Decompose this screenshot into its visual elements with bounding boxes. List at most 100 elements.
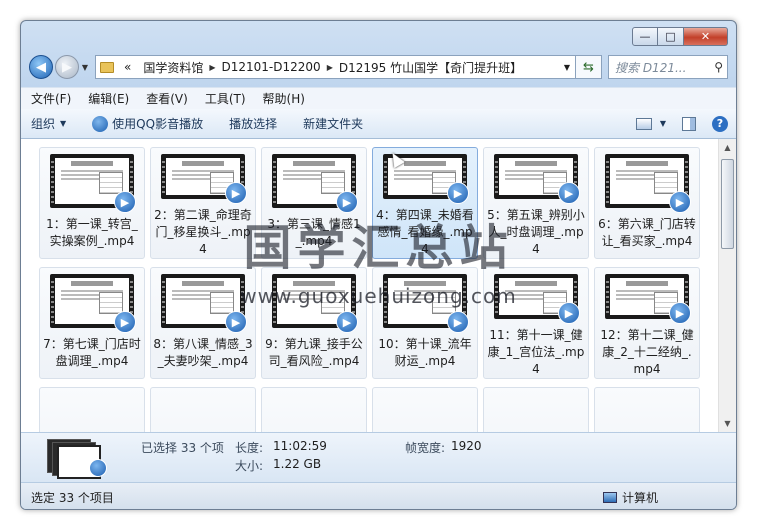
file-item[interactable]: ▶ 5：第五课_辨别小人_时盘调理_.mp4: [483, 147, 589, 259]
new-folder-button[interactable]: 新建文件夹: [303, 115, 363, 132]
film-strip-icon: [162, 278, 165, 324]
file-name: 2：第二课_命理奇门_移星换斗_.mp4: [154, 208, 252, 256]
video-thumbnail: ▶: [494, 274, 580, 324]
video-thumbnail: ▶: [272, 274, 358, 333]
video-thumbnail: ▶: [50, 154, 136, 213]
file-item[interactable]: ▶ 6：第六课_门店转让_看买家_.mp4: [594, 147, 700, 259]
file-name: 11：第十一课_健康_1_宫位法_.mp4: [487, 328, 585, 376]
maximize-button[interactable]: □: [658, 27, 684, 46]
menu-bar: 文件(F) 编辑(E) 查看(V) 工具(T) 帮助(H): [21, 87, 736, 109]
change-view-icon[interactable]: [635, 117, 652, 130]
file-item[interactable]: ▶ 12：第十二课_健康_2_十二经纳_.mp4: [594, 267, 700, 379]
size-value: 1.22 GB: [273, 457, 322, 471]
video-thumbnail: ▶: [161, 154, 247, 204]
close-button[interactable]: ✕: [684, 27, 728, 46]
file-list-view[interactable]: ▶ 1：第一课_转宫_实操案例_.mp4 ▶ 2：第二课_命理奇门_移星换斗_.mp4…: [21, 139, 718, 432]
details-pane: 已选择 33 个项 长度: 11:02:59 大小: 1.22 GB 帧宽度: …: [21, 432, 736, 482]
explorer-window: — □ ✕ ◀ ▶ ▼ « 国学资料馆 ▶ D12101-D12200 ▶ D1…: [20, 20, 737, 510]
minimize-button[interactable]: —: [632, 27, 658, 46]
frame-width-label: 帧宽度:: [405, 441, 446, 455]
file-item[interactable]: ▶ 1：第一课_转宫_实操案例_.mp4: [39, 147, 145, 259]
view-options-chevron-icon[interactable]: ▼: [660, 119, 666, 128]
menu-view[interactable]: 查看(V): [146, 90, 188, 107]
file-item[interactable]: ▶ 11：第十一课_健康_1_宫位法_.mp4: [483, 267, 589, 379]
menu-help[interactable]: 帮助(H): [263, 90, 305, 107]
status-bar: 选定 33 个项目 计算机: [21, 482, 736, 509]
file-name: 8：第八课_情感_3_夫妻吵架_.mp4: [153, 337, 253, 368]
play-with-qq-button[interactable]: 使用QQ影音播放: [92, 115, 203, 132]
back-button[interactable]: ◀: [29, 55, 53, 79]
refresh-button[interactable]: ⇆: [576, 55, 602, 79]
qq-player-icon: ▶: [225, 311, 247, 333]
qq-player-icon: ▶: [114, 311, 136, 333]
help-icon: ?: [712, 115, 728, 132]
film-strip-icon: [273, 278, 276, 324]
qq-player-icon: ▶: [558, 302, 580, 324]
file-item[interactable]: ▶ 4：第四课_未婚看感情_看婚缘_.mp4: [372, 147, 478, 259]
menu-edit[interactable]: 编辑(E): [88, 90, 129, 107]
file-item[interactable]: [372, 387, 478, 432]
breadcrumb-separator-icon[interactable]: ▶: [327, 63, 333, 72]
preview-pane-button[interactable]: [682, 116, 696, 131]
film-strip-icon: [273, 158, 276, 204]
file-item[interactable]: [483, 387, 589, 432]
file-item[interactable]: [261, 387, 367, 432]
new-folder-label: 新建文件夹: [303, 117, 364, 131]
file-item[interactable]: ▶ 10：第十课_流年财运_.mp4: [372, 267, 478, 379]
play-with-qq-label: 使用QQ影音播放: [112, 117, 204, 131]
file-name: 12：第十二课_健康_2_十二经纳_.mp4: [600, 328, 694, 376]
refresh-icon: ⇆: [583, 59, 594, 75]
breadcrumb-item[interactable]: D12101-D12200: [222, 60, 321, 74]
play-selection-label: 播放选择: [229, 117, 278, 131]
qq-player-icon: ▶: [336, 311, 358, 333]
qq-player-icon: ▶: [336, 191, 358, 213]
file-item[interactable]: [594, 387, 700, 432]
file-name: 5：第五课_辨别小人_时盘调理_.mp4: [487, 208, 585, 256]
file-item[interactable]: [39, 387, 145, 432]
file-item[interactable]: ▶ 7：第七课_门店时盘调理_.mp4: [39, 267, 145, 379]
play-selection-button[interactable]: 播放选择: [229, 115, 277, 132]
address-overflow-chevron[interactable]: «: [124, 60, 131, 74]
film-strip-icon: [495, 278, 498, 315]
film-strip-icon: [384, 158, 387, 195]
folder-icon: [100, 61, 114, 73]
file-item[interactable]: ▶ 8：第八课_情感_3_夫妻吵架_.mp4: [150, 267, 256, 379]
file-name: 4：第四课_未婚看感情_看婚缘_.mp4: [376, 208, 474, 256]
scroll-thumb[interactable]: [721, 159, 734, 249]
organize-button[interactable]: 组织 ▼: [31, 115, 66, 132]
file-item[interactable]: ▶ 3：第三课_情感1_.mp4: [261, 147, 367, 259]
scroll-down-button[interactable]: ▼: [719, 415, 736, 432]
video-thumbnail: ▶: [272, 154, 358, 213]
menu-tools[interactable]: 工具(T): [205, 90, 246, 107]
recent-pages-button[interactable]: ▼: [79, 63, 91, 72]
film-strip-icon: [495, 158, 498, 195]
breadcrumb-item[interactable]: 国学资料馆: [143, 59, 203, 76]
scroll-up-button[interactable]: ▲: [719, 139, 736, 156]
file-name: 9：第九课_接手公司_看风险_.mp4: [265, 337, 363, 368]
address-dropdown-button[interactable]: ▼: [559, 63, 575, 72]
file-item[interactable]: ▶ 9：第九课_接手公司_看风险_.mp4: [261, 267, 367, 379]
qq-player-icon: ▶: [558, 182, 580, 204]
breadcrumb-item[interactable]: D12195 竹山国学【奇门提升班】: [339, 59, 522, 76]
search-icon: ⚲: [714, 60, 723, 74]
qq-player-icon: ▶: [669, 302, 691, 324]
file-name: 1：第一课_转宫_实操案例_.mp4: [46, 217, 138, 248]
vertical-scrollbar[interactable]: ▲ ▼: [718, 139, 736, 432]
chevron-down-icon: ▼: [60, 119, 67, 128]
breadcrumb-separator-icon[interactable]: ▶: [209, 63, 215, 72]
film-strip-icon: [51, 158, 54, 204]
file-item[interactable]: ▶ 2：第二课_命理奇门_移星换斗_.mp4: [150, 147, 256, 259]
qq-player-icon: [92, 115, 109, 132]
file-item[interactable]: [150, 387, 256, 432]
file-name: 7：第七课_门店时盘调理_.mp4: [43, 337, 141, 368]
back-arrow-icon: ◀: [36, 59, 46, 75]
qq-player-icon: ▶: [225, 182, 247, 204]
address-bar[interactable]: « 国学资料馆 ▶ D12101-D12200 ▶ D12195 竹山国学【奇门…: [95, 55, 576, 79]
search-input[interactable]: 搜索 D121... ⚲: [608, 55, 728, 79]
help-button[interactable]: ?: [712, 115, 728, 132]
file-name: 10：第十课_流年财运_.mp4: [378, 337, 472, 368]
video-thumbnail: ▶: [161, 274, 247, 333]
menu-file[interactable]: 文件(F): [31, 90, 71, 107]
computer-icon: [602, 491, 617, 503]
forward-button[interactable]: ▶: [55, 55, 79, 79]
